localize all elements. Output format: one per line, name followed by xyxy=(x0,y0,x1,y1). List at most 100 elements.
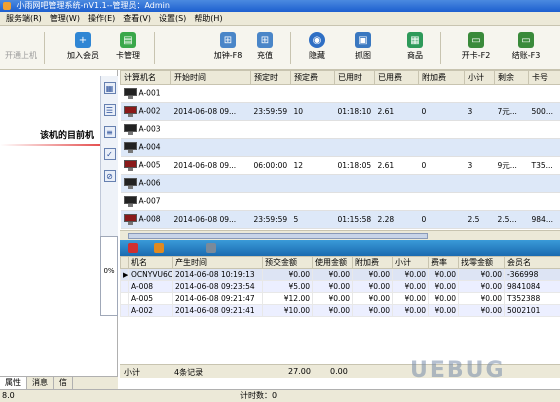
record-cell-time: 2014-06-08 10:19:13 xyxy=(172,268,263,281)
col-card-no[interactable]: 卡号 xyxy=(528,70,560,85)
cell-remain xyxy=(494,138,529,157)
grid-view-icon[interactable]: ▦ xyxy=(103,82,116,94)
cell-used-time-text: 01:18:10 xyxy=(337,107,372,116)
record-cell-marker xyxy=(120,292,129,305)
add-member-button[interactable]: + 加入会员 xyxy=(60,28,106,68)
checkout-button[interactable]: ▭ 结账-F3 xyxy=(506,28,546,68)
cell-name-text: A-002 xyxy=(138,106,161,116)
recharge-label: 充值 xyxy=(257,51,273,60)
record-cell-change: ¥0.00 xyxy=(458,280,505,293)
menu-view[interactable]: 查看(V) xyxy=(119,12,155,26)
goods-button[interactable]: ▦ 商品 xyxy=(402,28,428,68)
machine-row[interactable]: A-004 xyxy=(120,138,560,157)
card-manage-button[interactable]: ▤ 卡管理 xyxy=(110,28,146,68)
tab-info[interactable]: 信 xyxy=(54,377,73,389)
recharge-button[interactable]: ⊞ 充值 xyxy=(252,28,278,68)
col-plan-time[interactable]: 预定时 xyxy=(250,70,291,85)
col-start-time[interactable]: 开始时间 xyxy=(170,70,251,85)
cell-remain xyxy=(494,84,529,103)
cell-card: 984... xyxy=(528,210,560,229)
col-computer-name[interactable]: 计算机名 xyxy=(120,70,171,85)
open-machine-button[interactable]: 开通上机 xyxy=(2,28,40,68)
open-card-button[interactable]: ▭ 开卡-F2 xyxy=(458,28,494,68)
print-icon[interactable] xyxy=(154,243,164,253)
cell-name-text: A-008 xyxy=(138,214,161,224)
record-cell-change: ¥0.00 xyxy=(458,292,505,305)
machine-row[interactable]: A-003 xyxy=(120,120,560,139)
check-icon[interactable]: ✓ xyxy=(103,148,116,160)
detail-view-icon[interactable]: ≡ xyxy=(103,126,116,138)
cell-name-text: A-004 xyxy=(138,142,161,152)
record-cell-used: ¥0.00 xyxy=(312,292,353,305)
col-used-fee[interactable]: 已用费 xyxy=(374,70,419,85)
machine-row[interactable]: A-006 xyxy=(120,174,560,193)
left-tabs: 属性 消息 信 xyxy=(0,376,118,389)
col-prepaid[interactable]: 预交金额 xyxy=(262,256,313,269)
scrollbar-thumb[interactable] xyxy=(128,233,428,239)
hide-button[interactable]: ◉ 隐藏 xyxy=(304,28,330,68)
record-row[interactable]: ▶OCNYVU6CTV2014-06-08 10:19:13¥0.00¥0.00… xyxy=(120,268,560,281)
cell-used-fee-text: 2.28 xyxy=(377,215,395,224)
cell-remain: 2.5... xyxy=(494,210,529,229)
cell-used-fee: 2.28 xyxy=(374,210,419,229)
col-change[interactable]: 找零金额 xyxy=(458,256,505,269)
cell-extra xyxy=(418,138,465,157)
cell-plan-fee-text: 5 xyxy=(293,215,299,224)
delete-icon[interactable] xyxy=(128,243,138,253)
horizontal-scrollbar[interactable] xyxy=(120,230,560,240)
col-rate[interactable]: 费率 xyxy=(428,256,459,269)
col-member[interactable]: 会员名 xyxy=(504,256,560,269)
record-cell-machine: A-002 xyxy=(128,304,173,317)
open-machine-label: 开通上机 xyxy=(5,51,37,60)
menu-server[interactable]: 服务端(R) xyxy=(2,12,46,26)
record-row[interactable]: A-005 2014-06-08 09:21:47 ¥12.00 ¥0.00 ¥0.00… xyxy=(120,292,560,305)
list-view-icon[interactable]: ☰ xyxy=(103,104,116,116)
menu-operate[interactable]: 操作(E) xyxy=(84,12,119,26)
add-clock-button[interactable]: ⊞ 加钟-F8 xyxy=(208,28,248,68)
cell-used-time xyxy=(334,138,375,157)
cell-used-fee xyxy=(374,138,419,157)
tab-properties[interactable]: 属性 xyxy=(0,377,27,389)
clock-plus-icon: ⊞ xyxy=(220,32,236,48)
col-used[interactable]: 使用金额 xyxy=(312,256,353,269)
menu-manage[interactable]: 管理(W) xyxy=(46,12,84,26)
record-cell-prepaid: ¥5.00 xyxy=(262,280,313,293)
record-cell-machine: A-005 xyxy=(128,292,173,305)
computer-icon xyxy=(123,178,137,189)
col-plan-fee[interactable]: 预定费 xyxy=(290,70,335,85)
col-subtotal[interactable]: 小计 xyxy=(464,70,495,85)
col-used-time[interactable]: 已用时 xyxy=(334,70,375,85)
machine-row[interactable]: A-005 2014-06-08 09... 06:00:00 12 01:18:05 2… xyxy=(120,156,560,175)
cell-used-time xyxy=(334,192,375,211)
machine-row[interactable]: A-007 xyxy=(120,192,560,211)
machine-row[interactable]: A-002 2014-06-08 09... 23:59:59 10 01:18:10 2… xyxy=(120,102,560,121)
machine-row[interactable]: A-001 xyxy=(120,84,560,103)
record-cell-marker xyxy=(120,280,129,293)
cell-used-time: 01:18:10 xyxy=(334,102,375,121)
col-sub[interactable]: 小计 xyxy=(392,256,429,269)
col-time[interactable]: 产生时间 xyxy=(172,256,263,269)
tool-icon[interactable] xyxy=(206,243,216,253)
machine-row[interactable]: A-008 2014-06-08 09... 23:59:59 5 01:15:58 2.… xyxy=(120,210,560,229)
menu-help[interactable]: 帮助(H) xyxy=(190,12,226,26)
col-extra[interactable]: 附加费 xyxy=(352,256,393,269)
screenshot-label: 抓图 xyxy=(355,51,371,60)
record-cell-used: ¥0.00 xyxy=(312,280,353,293)
menu-settings[interactable]: 设置(S) xyxy=(155,12,190,26)
cell-plan-fee: 5 xyxy=(290,210,335,229)
compass-icon[interactable]: ⊘ xyxy=(103,170,116,182)
screenshot-button[interactable]: ▣ 抓图 xyxy=(350,28,376,68)
cell-plan-time xyxy=(250,174,291,193)
record-cell-rate: ¥0.00 xyxy=(428,304,459,317)
tab-messages[interactable]: 消息 xyxy=(27,377,54,389)
col-extra-fee[interactable]: 附加费 xyxy=(418,70,465,85)
progress-box: 0% xyxy=(100,236,118,316)
computer-icon xyxy=(123,88,137,99)
col-remain[interactable]: 剩余 xyxy=(494,70,529,85)
record-row[interactable]: A-002 2014-06-08 09:21:41 ¥10.00 ¥0.00 ¥0.00… xyxy=(120,304,560,317)
col-machine[interactable]: 机名 xyxy=(128,256,173,269)
record-cell-subtotal: ¥0.00 xyxy=(392,268,429,281)
record-row[interactable]: A-008 2014-06-08 09:23:54 ¥5.00 ¥0.00 ¥0.00 ¥… xyxy=(120,280,560,293)
view-switch-strip: ▦ ☰ ≡ ✓ ⊘ xyxy=(100,76,118,236)
cell-name: A-008 xyxy=(120,210,171,229)
